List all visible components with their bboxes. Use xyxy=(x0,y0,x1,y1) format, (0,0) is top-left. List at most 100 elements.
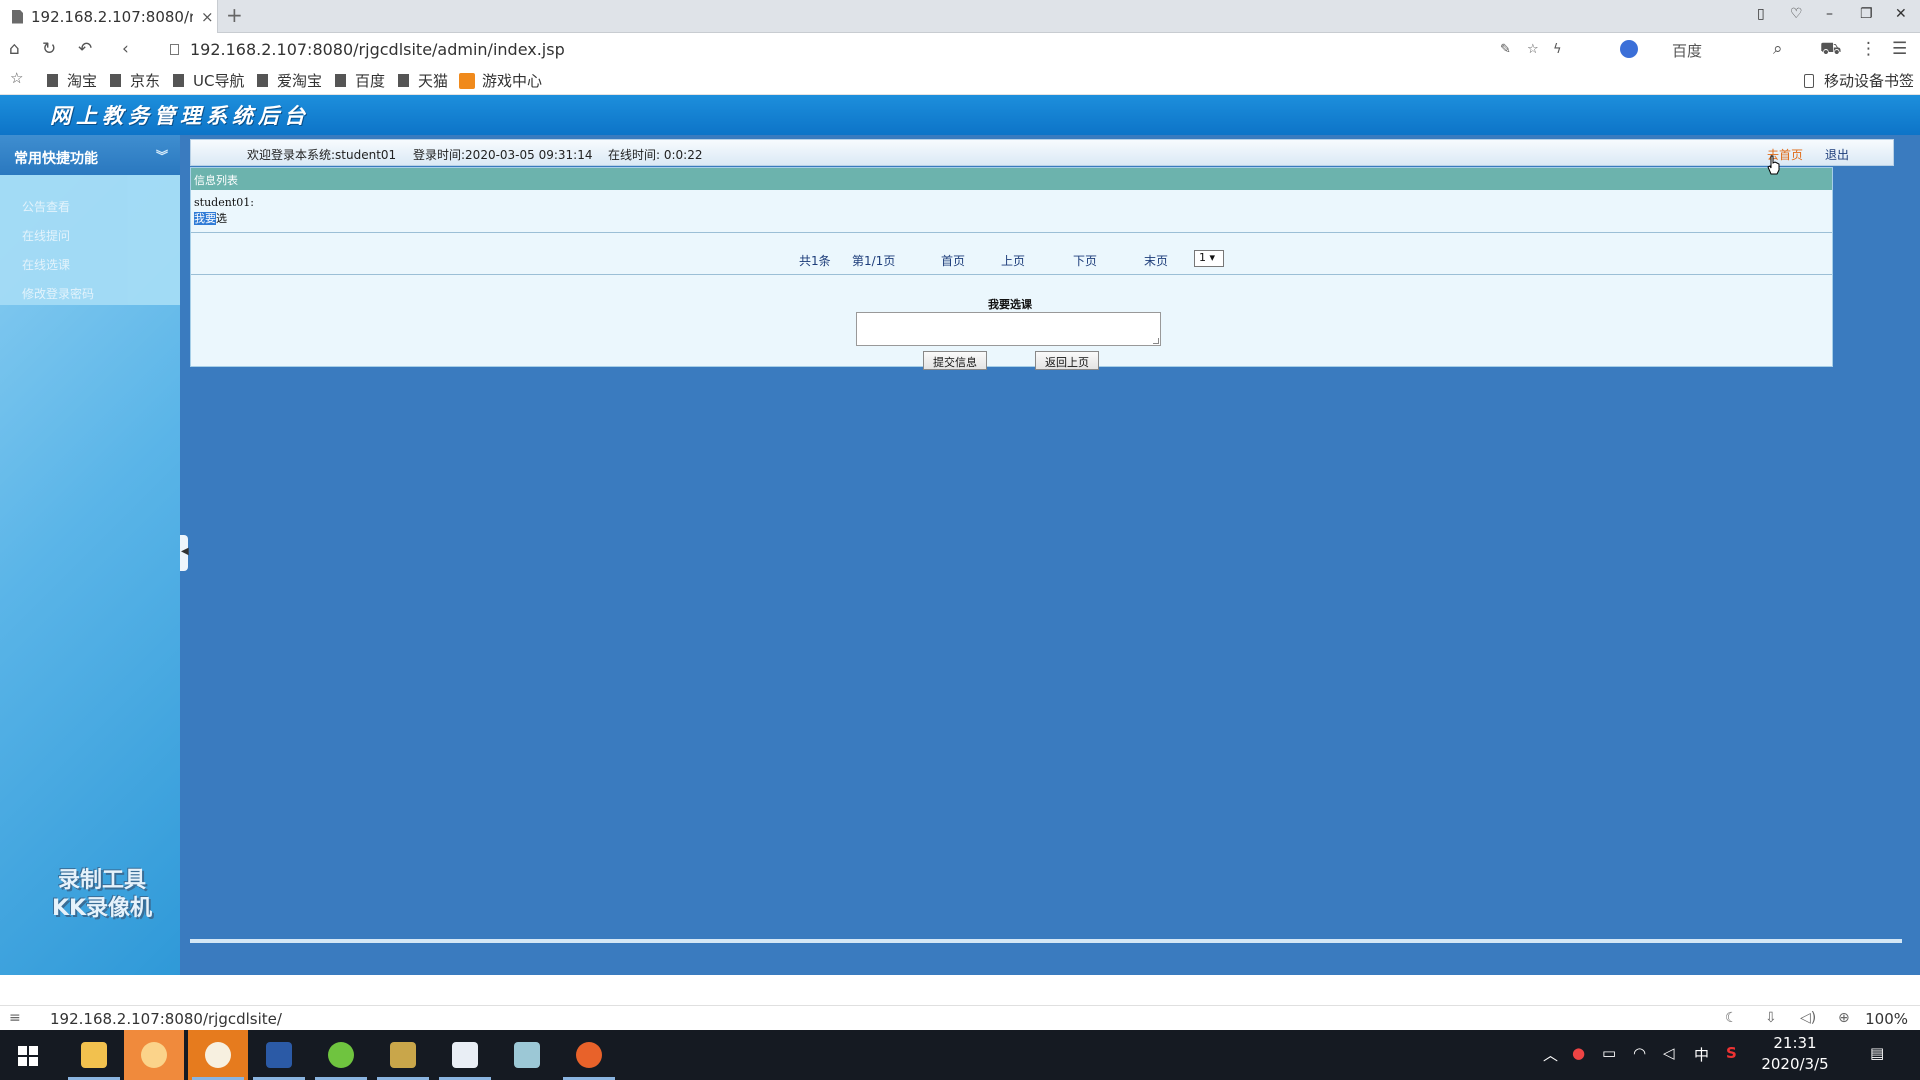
chevron-down-icon[interactable]: ︾ xyxy=(156,147,168,164)
bookmark-item[interactable]: 游戏中心 xyxy=(459,70,542,91)
tab-title: 192.168.2.107:8080/r xyxy=(31,7,193,26)
zoom-level[interactable]: 100% xyxy=(1865,1010,1908,1028)
pagination-next[interactable]: 下页 xyxy=(1073,252,1097,269)
zoom-icon[interactable]: ⊕ xyxy=(1838,1010,1850,1026)
resize-grip-icon[interactable] xyxy=(1153,338,1159,344)
list-icon[interactable]: ≡ xyxy=(9,1010,21,1026)
pagination-prev[interactable]: 上页 xyxy=(1001,252,1025,269)
bookmark-star-icon[interactable]: ☆ xyxy=(10,69,23,87)
bookmark-item[interactable]: 京东 xyxy=(110,70,160,91)
back-button[interactable]: 返回上页 xyxy=(1035,351,1099,370)
folder-icon xyxy=(110,74,121,87)
course-textarea[interactable] xyxy=(856,312,1161,346)
pagination-first[interactable]: 首页 xyxy=(941,252,965,269)
night-mode-icon[interactable]: ☾ xyxy=(1725,1010,1738,1026)
sidebar-collapse-handle[interactable]: ◀ xyxy=(180,535,189,571)
content-header: 信息列表 xyxy=(191,168,1832,190)
logout-link[interactable]: 退出 xyxy=(1825,146,1849,163)
volume-icon[interactable]: ◁) xyxy=(1800,1010,1816,1026)
selected-text: 我要 xyxy=(194,212,216,225)
bottom-divider xyxy=(190,939,1902,943)
address-bar[interactable]: 192.168.2.107:8080/rjgcdlsite/admin/inde… xyxy=(190,40,565,59)
bookmark-item[interactable]: 淘宝 xyxy=(47,70,97,91)
sidebar-item-change-password[interactable]: 修改登录密码 xyxy=(22,285,94,302)
tab-close-icon[interactable]: × xyxy=(201,8,214,26)
sidebar-header[interactable]: 常用快捷功能 ︾ xyxy=(0,135,180,175)
web-page: 网上教务管理系统后台 常用快捷功能 ︾ 公告查看 在线提问 在线选课 修改登录密… xyxy=(0,95,1920,975)
browser-tab-bar: 192.168.2.107:8080/r × + ▯ ♡ – ❐ ✕ xyxy=(0,0,1920,33)
reload-icon[interactable]: ↻ xyxy=(42,39,56,59)
sidebar-item-questions[interactable]: 在线提问 xyxy=(22,227,70,244)
system-title: 网上教务管理系统后台 xyxy=(50,103,310,128)
bookmarks-bar: ☆ 淘宝 京东 UC导航 爱淘宝 百度 天猫 游戏中心 移动设备书签 xyxy=(0,65,1920,95)
folder-icon xyxy=(173,74,184,87)
page-select[interactable]: 1 ▾ xyxy=(1194,250,1224,267)
new-tab-button[interactable]: + xyxy=(226,3,243,27)
status-url: 192.168.2.107:8080/rjgcdlsite/ xyxy=(50,1010,282,1028)
browser-tab[interactable]: 192.168.2.107:8080/r × xyxy=(0,0,218,33)
mobile-bookmarks[interactable]: 移动设备书签 xyxy=(1803,70,1914,91)
undo-icon[interactable]: ↶ xyxy=(78,39,92,59)
folder-icon xyxy=(398,74,409,87)
system-clock[interactable]: 21:31 2020/3/5 xyxy=(1760,1033,1830,1075)
bookmark-item[interactable]: 爱淘宝 xyxy=(257,70,322,91)
browser-app-icon[interactable] xyxy=(188,1030,248,1080)
mail-app-icon[interactable] xyxy=(124,1030,184,1080)
bookmark-item[interactable]: 百度 xyxy=(335,70,385,91)
start-menu-icon[interactable] xyxy=(18,1046,38,1066)
pagination-page-info: 第1/1页 xyxy=(852,254,896,268)
user-info-bar: 欢迎登录本系统:student01 登录时间:2020-03-05 09:31:… xyxy=(190,139,1894,166)
welcome-text: 欢迎登录本系统:student01 xyxy=(247,148,397,162)
minimize-icon[interactable]: – xyxy=(1826,6,1833,22)
search-engine-label[interactable]: 百度 xyxy=(1672,40,1702,61)
home-icon[interactable]: ⌂ xyxy=(9,39,20,59)
qq-icon[interactable]: ● xyxy=(1572,1044,1585,1062)
clock-date: 2020/3/5 xyxy=(1761,1055,1829,1073)
wifi-icon[interactable]: ◠ xyxy=(1633,1044,1646,1062)
menu-icon[interactable]: ☰ xyxy=(1892,39,1907,59)
system-banner: 网上教务管理系统后台 xyxy=(0,95,1920,135)
pin-icon[interactable]: ✎ xyxy=(1500,42,1511,57)
eclipse-icon[interactable] xyxy=(249,1030,309,1080)
submit-button[interactable]: 提交信息 xyxy=(923,351,987,370)
speaker-icon[interactable]: ◁ xyxy=(1663,1044,1675,1062)
bookmark-item[interactable]: UC导航 xyxy=(173,70,244,91)
battery-icon[interactable]: ▭ xyxy=(1602,1044,1616,1062)
sogou-icon[interactable]: S xyxy=(1726,1044,1737,1062)
ime-indicator[interactable]: 中 xyxy=(1694,1044,1709,1065)
hand-cursor-icon xyxy=(1767,155,1780,175)
folder-icon xyxy=(335,74,346,87)
tray-expand-icon[interactable]: ︿ xyxy=(1543,1044,1558,1065)
sidebar-item-course-select[interactable]: 在线选课 xyxy=(22,256,70,273)
file-explorer-icon[interactable] xyxy=(64,1030,124,1080)
recorder-icon[interactable] xyxy=(559,1030,619,1080)
sidebar-item-notices[interactable]: 公告查看 xyxy=(22,198,70,215)
message-user: student01: xyxy=(194,196,254,209)
sidebar: 常用快捷功能 ︾ 公告查看 在线提问 在线选课 修改登录密码 录制工具 KK录像… xyxy=(0,135,180,975)
notification-icon[interactable]: ▤ xyxy=(1870,1044,1884,1062)
windows-taskbar: ︿ ● ▭ ◠ ◁ 中 S 21:31 2020/3/5 ▤ xyxy=(0,1030,1920,1080)
tools-icon[interactable] xyxy=(373,1030,433,1080)
close-window-icon[interactable]: ✕ xyxy=(1895,6,1907,22)
pagination-last[interactable]: 末页 xyxy=(1144,252,1168,269)
back-icon[interactable]: ‹ xyxy=(122,39,129,59)
game-icon xyxy=(459,72,475,89)
network-app-icon[interactable] xyxy=(435,1030,495,1080)
bookmark-item[interactable]: 天猫 xyxy=(398,70,448,91)
notes-icon[interactable] xyxy=(497,1030,557,1080)
baidu-icon[interactable] xyxy=(1620,40,1638,58)
clock-time: 21:31 xyxy=(1773,1034,1817,1052)
sidebar-toggle-icon[interactable]: ▯ xyxy=(1757,6,1765,22)
pagination-total: 共1条 xyxy=(799,254,831,268)
cart-icon[interactable]: ⛟ xyxy=(1820,39,1841,61)
maximize-icon[interactable]: ❐ xyxy=(1860,6,1873,22)
course-form-label: 我要选课 xyxy=(988,298,1032,311)
lightning-icon[interactable]: ϟ xyxy=(1553,42,1562,57)
green-app-icon[interactable] xyxy=(311,1030,371,1080)
download-icon[interactable]: ⇩ xyxy=(1765,1010,1777,1026)
folder-icon xyxy=(257,74,268,87)
search-icon[interactable]: ⌕ xyxy=(1773,39,1783,59)
star-icon[interactable]: ☆ xyxy=(1527,42,1539,57)
more-icon[interactable]: ⋮ xyxy=(1860,39,1877,59)
skin-icon[interactable]: ♡ xyxy=(1790,6,1803,22)
